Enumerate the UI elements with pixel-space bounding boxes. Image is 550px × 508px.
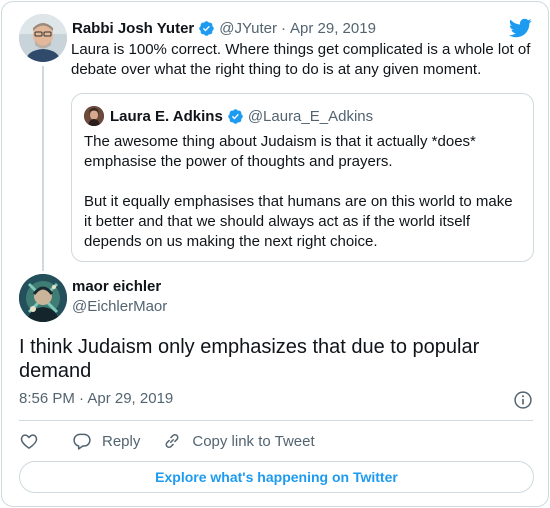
link-icon [165, 433, 179, 449]
embedded-tweet-card: Rabbi Josh Yuter @JYuter · Apr 29, 2019 … [1, 1, 549, 507]
quoted-author-avatar [84, 106, 104, 126]
twitter-bird-icon[interactable] [508, 16, 532, 40]
main-tweet-timestamp[interactable]: 8:56 PM · Apr 29, 2019 [19, 390, 173, 407]
parent-author-avatar-image [19, 14, 67, 62]
copy-link-label: Copy link to Tweet [192, 432, 315, 450]
quoted-tweet-text: The awesome thing about Judaism is that … [84, 132, 524, 252]
like-button[interactable] [19, 431, 39, 451]
parent-author-handle[interactable]: @JYuter [219, 20, 277, 37]
reply-label: Reply [102, 432, 141, 450]
main-author-handle[interactable]: @EichlerMaor [72, 298, 167, 315]
info-icon[interactable] [513, 390, 533, 410]
header-separator: · [281, 19, 287, 37]
parent-tweet-header: Rabbi Josh Yuter @JYuter · Apr 29, 2019 [72, 18, 376, 38]
tweet-actions: Reply Copy link to Tweet [19, 430, 315, 452]
main-author-name[interactable]: maor eichler [72, 278, 161, 295]
parent-tweet-text: Laura is 100% correct. Where things get … [71, 41, 531, 78]
verified-badge-icon [228, 108, 243, 124]
main-tweet-text: I think Judaism only emphasizes that due… [19, 336, 480, 382]
parent-author-name[interactable]: Rabbi Josh Yuter [72, 20, 194, 37]
copy-link-button[interactable]: Copy link to Tweet [162, 431, 315, 451]
reply-bubble-icon [73, 433, 91, 450]
verified-badge-icon [199, 20, 215, 36]
explore-twitter-button[interactable]: Explore what's happening on Twitter [19, 461, 534, 493]
quoted-author-handle: @Laura_E_Adkins [247, 107, 374, 125]
main-author-avatar[interactable] [19, 274, 67, 322]
quoted-tweet-header: Laura E. Adkins @Laura_E_Adkins [84, 106, 373, 126]
parent-tweet-date[interactable]: Apr 29, 2019 [290, 20, 376, 37]
quoted-tweet-paragraph: But it equally emphasises that humans ar… [84, 193, 513, 250]
quoted-tweet[interactable]: Laura E. Adkins @Laura_E_Adkins The awes… [71, 93, 534, 262]
main-author-avatar-image [19, 274, 67, 322]
action-divider [19, 420, 533, 421]
parent-author-avatar[interactable] [19, 14, 67, 62]
quoted-author-avatar-image [84, 106, 104, 126]
reply-button[interactable]: Reply [72, 431, 140, 451]
quoted-tweet-paragraph: The awesome thing about Judaism is that … [84, 133, 476, 170]
thread-connector-line [42, 66, 44, 271]
heart-icon [20, 434, 38, 449]
quoted-author-name: Laura E. Adkins [110, 107, 223, 125]
